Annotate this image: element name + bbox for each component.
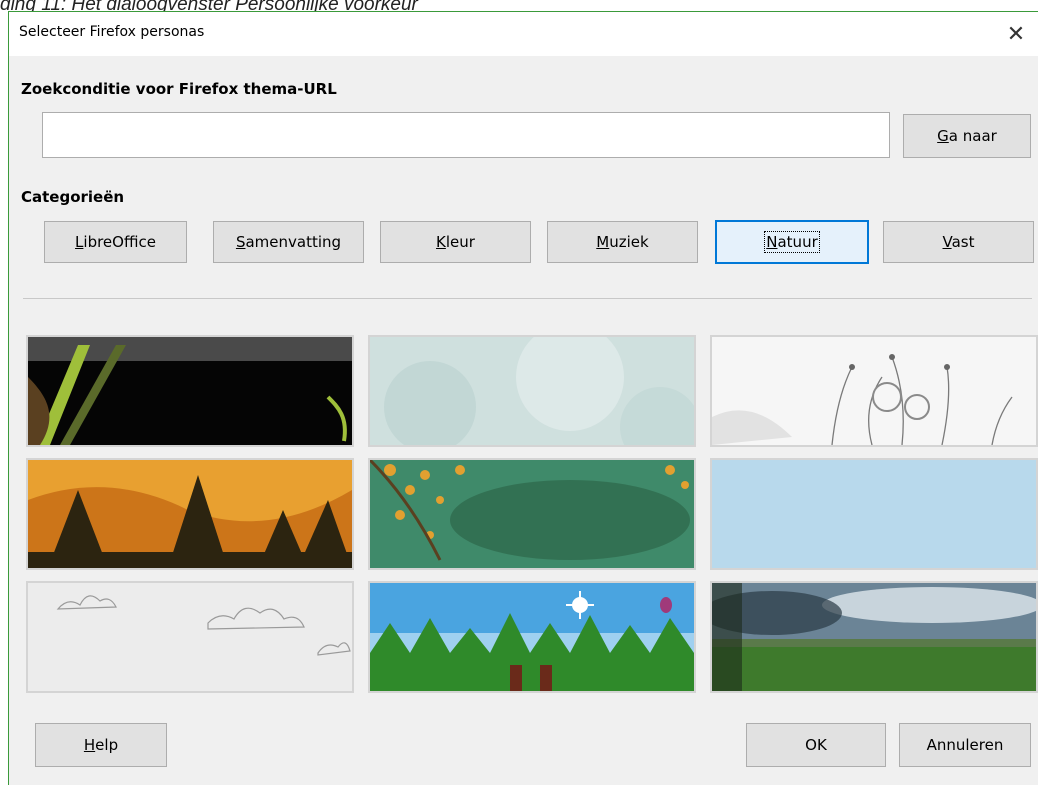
category-vast-button[interactable]: Vast: [883, 221, 1034, 263]
theme-preview-image: [370, 337, 694, 445]
theme-thumbnail[interactable]: [368, 581, 696, 693]
theme-thumbnail[interactable]: [26, 581, 354, 693]
category-label: leur: [445, 233, 475, 251]
category-accel: N: [766, 233, 778, 251]
categories-label: Categorieën: [21, 188, 125, 206]
persona-dialog: Selecteer Firefox personas ✕ Zoekconditi…: [8, 11, 1038, 785]
theme-preview-image: [370, 583, 694, 691]
category-samenvatting-button[interactable]: Samenvatting: [213, 221, 364, 263]
category-label: uziek: [609, 233, 649, 251]
category-label: atuur: [777, 233, 818, 251]
theme-preview-image: [712, 337, 1036, 445]
category-muziek-button[interactable]: Muziek: [547, 221, 698, 263]
search-label: Zoekconditie voor Firefox thema-URL: [21, 80, 337, 98]
help-label: elp: [95, 736, 119, 754]
theme-thumbnail[interactable]: [710, 335, 1038, 447]
cancel-label: Annuleren: [926, 736, 1004, 754]
help-accel: H: [83, 736, 96, 754]
category-natuur-button[interactable]: Natuur: [715, 220, 869, 264]
theme-preview-image: [28, 460, 352, 568]
go-button[interactable]: Ga naar: [903, 114, 1031, 158]
category-libreoffice-button[interactable]: LibreOffice: [44, 221, 187, 263]
go-label: a naar: [948, 127, 997, 145]
category-accel: V: [942, 233, 952, 251]
title-bar: Selecteer Firefox personas ✕: [9, 12, 1038, 56]
ok-label: OK: [805, 736, 827, 754]
theme-thumbnail[interactable]: [26, 458, 354, 570]
close-icon[interactable]: ✕: [994, 12, 1038, 56]
help-button[interactable]: Help: [35, 723, 167, 767]
theme-thumbnail[interactable]: [368, 335, 696, 447]
theme-thumbnail[interactable]: [368, 458, 696, 570]
theme-preview-image: [28, 337, 352, 445]
theme-preview-image: [28, 583, 352, 691]
theme-preview-image: [712, 583, 1036, 691]
dialog-title: Selecteer Firefox personas: [19, 24, 205, 40]
category-label: ast: [951, 233, 975, 251]
category-accel: K: [436, 233, 446, 251]
ok-button[interactable]: OK: [746, 723, 886, 767]
category-label: amenvatting: [245, 233, 342, 251]
theme-thumbnail[interactable]: [26, 335, 354, 447]
cancel-button[interactable]: Annuleren: [899, 723, 1031, 767]
theme-preview-image: [712, 460, 1036, 568]
theme-thumbnail[interactable]: [710, 458, 1038, 570]
go-accel: G: [937, 127, 949, 145]
category-accel: M: [596, 233, 610, 251]
theme-preview-image: [370, 460, 694, 568]
theme-thumbnail[interactable]: [710, 581, 1038, 693]
category-kleur-button[interactable]: Kleur: [380, 221, 531, 263]
separator: [23, 298, 1032, 299]
category-label: ibreOffice: [83, 233, 156, 251]
theme-url-input[interactable]: [42, 112, 890, 158]
